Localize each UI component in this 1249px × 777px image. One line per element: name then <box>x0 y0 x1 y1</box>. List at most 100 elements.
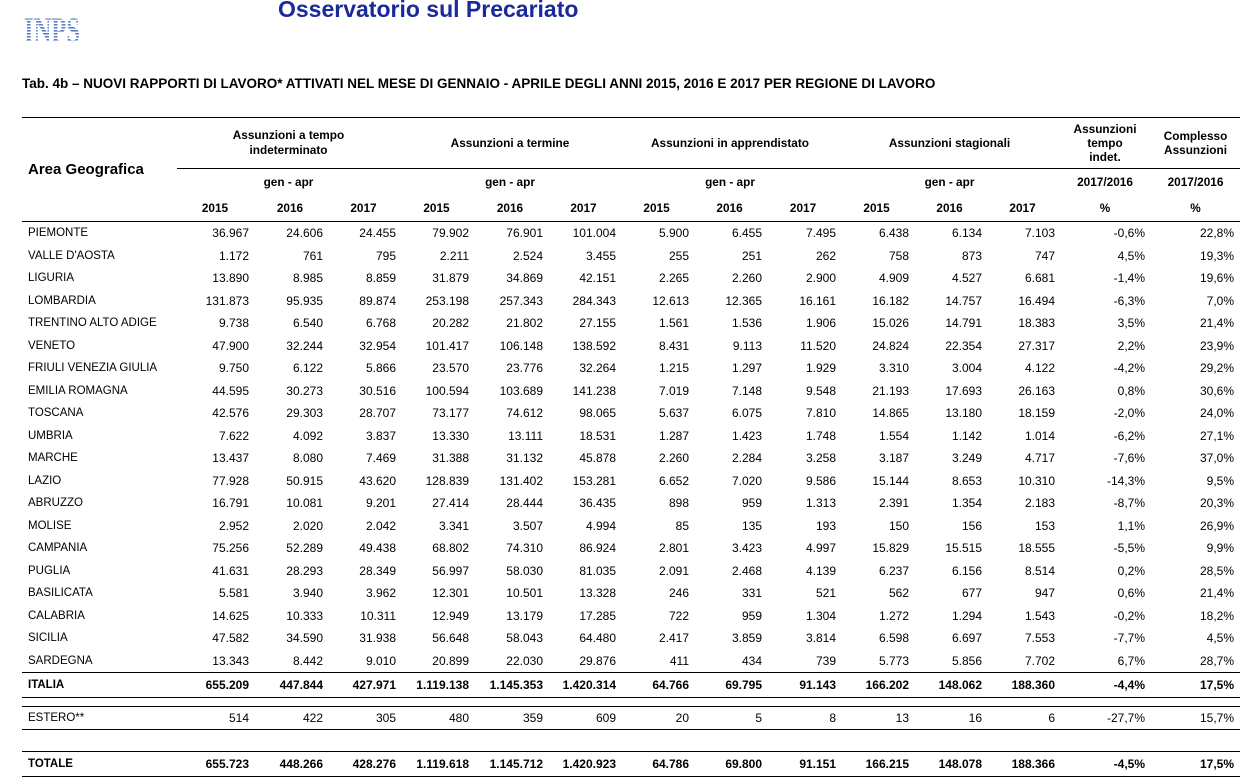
value-cell: 2.284 <box>731 451 763 466</box>
value-cell: 521 <box>815 586 837 601</box>
value-cell: 2.260 <box>658 451 690 466</box>
region-name: VENETO <box>28 339 76 352</box>
var-header-indet: Assunzioni tempo indet. <box>1073 122 1137 164</box>
value-cell: 74.310 <box>506 541 543 556</box>
value-cell: 22.030 <box>506 653 543 668</box>
value-cell: 32.244 <box>286 338 323 353</box>
value-cell: 251 <box>741 248 763 263</box>
value-cell: 2.900 <box>805 271 837 286</box>
value-cell: 34.590 <box>286 631 323 646</box>
table-row: CAMPANIA 75.256 52.289 49.438 68.802 74.310 86… <box>22 537 1240 560</box>
region-name: ABRUZZO <box>28 497 83 510</box>
value-cell: 9.548 <box>805 383 837 398</box>
value-cell: 514 <box>177 706 253 730</box>
region-name: TOTALE <box>22 751 177 777</box>
value-cell: 156 <box>961 518 983 533</box>
value-cell: 6.156 <box>951 563 983 578</box>
value-cell: 74.612 <box>506 406 543 421</box>
region-name: BASILICATA <box>28 587 93 600</box>
value-cell: 9.010 <box>365 653 396 668</box>
variation-cell: 1,1% <box>1117 518 1146 533</box>
value-cell: 69.795 <box>693 672 767 698</box>
table-row: LOMBARDIA 131.873 95.935 89.874 253.198 257.3… <box>22 290 1240 313</box>
value-cell: 12.613 <box>652 293 690 308</box>
value-cell: 5.900 <box>658 226 690 241</box>
value-cell: 2.042 <box>365 518 396 533</box>
value-cell: 58.043 <box>506 631 543 646</box>
table-row: TOSCANA 42.576 29.303 28.707 73.177 74.612 98.… <box>22 402 1240 425</box>
value-cell: 11.520 <box>800 338 837 353</box>
year-header: 2016 <box>936 201 963 215</box>
value-cell: 43.620 <box>359 473 396 488</box>
value-cell: 69.800 <box>693 751 767 777</box>
value-cell: 761 <box>302 248 323 263</box>
value-cell: 16 <box>913 706 987 730</box>
variation-cell: 37,0% <box>1199 451 1235 466</box>
value-cell: 7.019 <box>658 383 690 398</box>
value-cell: 4.139 <box>805 563 837 578</box>
value-cell: 79.902 <box>432 226 469 241</box>
value-cell: 1.748 <box>805 428 837 443</box>
value-cell: 64.786 <box>620 751 694 777</box>
value-cell: 42.151 <box>579 271 617 286</box>
value-cell: 45.878 <box>579 451 617 466</box>
italia-total-row: ITALIA 655.209 447.844 427.971 1.119.138 1.14… <box>22 672 1241 698</box>
value-cell: 13.111 <box>508 428 543 443</box>
value-cell: 193 <box>815 518 837 533</box>
inps-logo: INPS <box>24 10 80 46</box>
var-header-complesso: Complesso Assunzioni <box>1163 129 1228 157</box>
value-cell: 28.293 <box>286 563 323 578</box>
value-cell: 8.653 <box>951 473 983 488</box>
table-caption: Tab. 4b – NUOVI RAPPORTI DI LAVORO* ATTI… <box>22 76 936 91</box>
value-cell: 3.962 <box>365 586 396 601</box>
value-cell: 131.873 <box>205 293 249 308</box>
value-cell: 36.967 <box>212 226 249 241</box>
table-row: BASILICATA 5.581 3.940 3.962 12.301 10.501 13.… <box>22 582 1240 605</box>
value-cell: 14.791 <box>945 316 983 331</box>
variation-cell: -14,3% <box>1106 473 1146 488</box>
value-cell: 10.310 <box>1018 473 1056 488</box>
value-cell: 15.144 <box>872 473 910 488</box>
value-cell: 2.211 <box>439 248 469 263</box>
value-cell: 18.555 <box>1018 541 1056 556</box>
year-header: 2015 <box>863 201 890 215</box>
value-cell: 91.151 <box>766 751 841 777</box>
value-cell: 1.297 <box>731 361 763 376</box>
value-cell: 27.317 <box>1018 338 1056 353</box>
table-row: MARCHE 13.437 8.080 7.469 31.388 31.132 45.878… <box>22 447 1240 470</box>
value-cell: 6.134 <box>951 226 983 241</box>
value-cell: 4.122 <box>1024 361 1056 376</box>
value-cell: 4.997 <box>805 541 837 556</box>
value-cell: 42.576 <box>212 406 249 421</box>
value-cell: 1.287 <box>658 428 690 443</box>
table-row: MOLISE 2.952 2.020 2.042 3.341 3.507 4.994 85 13… <box>22 515 1240 538</box>
value-cell: 359 <box>473 706 547 730</box>
value-cell: 3.814 <box>805 631 837 646</box>
table-row: PUGLIA 41.631 28.293 28.349 56.997 58.030 81.0… <box>22 560 1240 583</box>
variation-cell: 4,5% <box>1206 631 1235 646</box>
variation-cell: -5,5% <box>1113 541 1146 556</box>
value-cell: 2.391 <box>878 496 910 511</box>
year-header: 2016 <box>496 201 524 215</box>
value-cell: 1.215 <box>658 361 690 376</box>
value-cell: 12.365 <box>725 293 763 308</box>
variation-cell: 29,2% <box>1199 361 1235 376</box>
variation-cell: 19,6% <box>1199 271 1235 286</box>
value-cell: 434 <box>741 653 763 668</box>
inps-logo-text: INPS <box>24 10 80 46</box>
value-cell: 21.193 <box>872 383 910 398</box>
group-header-stagionali: Assunzioni stagionali <box>888 135 1011 150</box>
value-cell: 3.507 <box>512 518 543 533</box>
page-title: Osservatorio sul Precariato <box>278 0 579 22</box>
value-cell: 7.103 <box>1024 226 1056 241</box>
value-cell: 20 <box>620 706 694 730</box>
region-name: LIGURIA <box>28 272 75 285</box>
variation-cell: 19,3% <box>1199 248 1235 263</box>
value-cell: 64.766 <box>620 672 694 698</box>
variation-cell: -2,0% <box>1113 406 1146 421</box>
value-cell: 36.435 <box>579 496 617 511</box>
variation-cell: 21,4% <box>1199 316 1235 331</box>
value-cell: 153 <box>1034 518 1056 533</box>
value-cell: 1.014 <box>1024 428 1056 443</box>
value-cell: 2.801 <box>658 541 690 556</box>
